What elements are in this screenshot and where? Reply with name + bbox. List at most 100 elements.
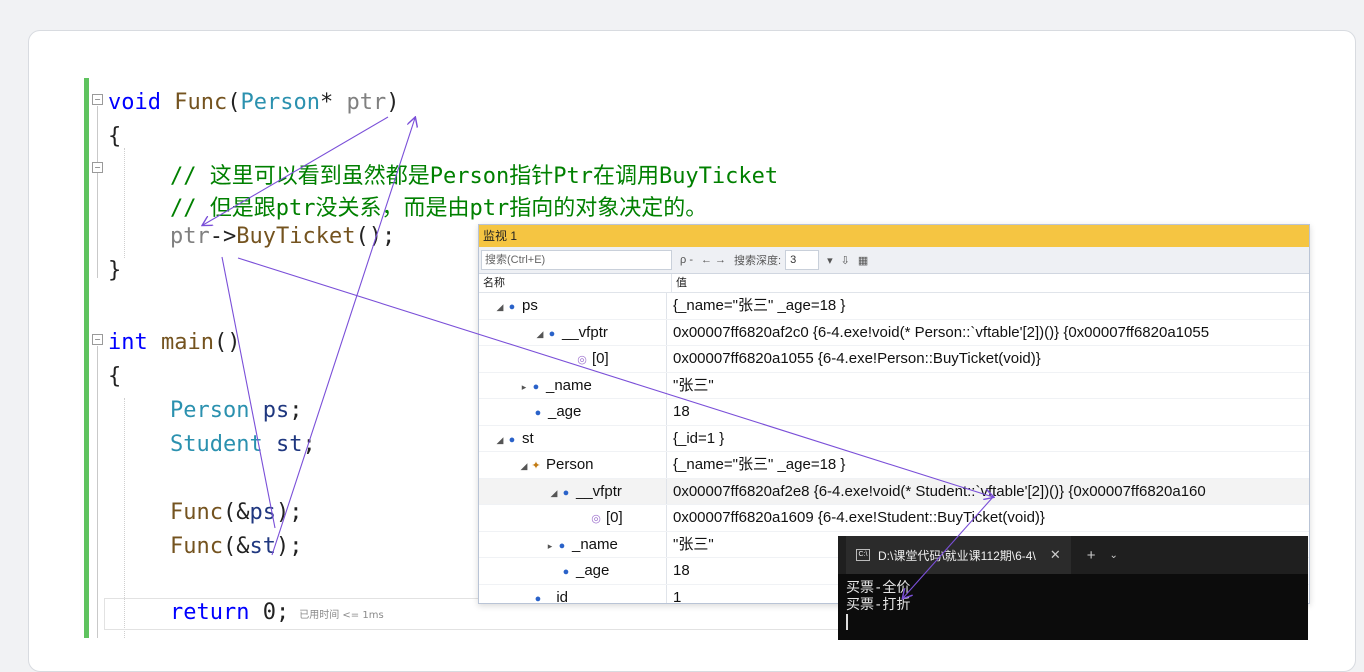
semicolon: ;	[302, 432, 316, 457]
function-name: Func	[170, 500, 223, 525]
code-line-return: return 0; 已用时间 <= 1ms	[170, 600, 384, 625]
terminal-cursor	[846, 614, 848, 630]
expand-arrow-icon[interactable]: ◢	[549, 481, 559, 505]
terminal-output: 买票-全价 买票-打折	[838, 574, 1308, 640]
var-name: ptr	[170, 224, 210, 249]
column-header-value[interactable]: 值	[672, 274, 687, 292]
search-depth-label: 搜索深度:	[734, 255, 782, 267]
close-icon[interactable]: ✕	[1050, 547, 1061, 563]
chevron-down-icon[interactable]: ▾	[827, 254, 833, 267]
code-line-brace: {	[108, 364, 122, 389]
paren: (	[227, 90, 241, 115]
watch-row-name: __vfptr	[576, 482, 622, 500]
search-depth-select[interactable]: 3	[785, 250, 820, 270]
fold-rail	[97, 346, 98, 638]
terminal-window[interactable]: C:\ D:\课堂代码\就业课112期\6-4\ ✕ + ⌄ 买票-全价 买票-…	[838, 536, 1308, 640]
type-name: Person	[240, 90, 320, 115]
watch-row-name: ps	[522, 297, 538, 314]
watch-row-value: 0x00007ff6820af2e8 {6-4.exe!void(* Stude…	[673, 482, 1206, 500]
field-icon: ●	[534, 407, 542, 419]
watch-row[interactable]: ▸ ● _name "张三"	[479, 372, 1309, 399]
watch-row[interactable]: ◢ ● __vfptr 0x00007ff6820af2c0 {6-4.exe!vo…	[479, 319, 1309, 346]
code-comment-1: // 这里可以看到虽然都是Person指针Ptr在调用BuyTicket	[170, 164, 779, 189]
watch-row[interactable]: ◎ [0] 0x00007ff6820a1609 {6-4.exe!Student…	[479, 505, 1309, 532]
watch-row-value: {_id=1 }	[673, 429, 725, 447]
fold-rail	[97, 106, 98, 278]
nav-arrows-icon[interactable]: ← →	[701, 254, 726, 266]
code-line-brace: }	[108, 258, 122, 283]
expand-arrow-icon[interactable]: ◢	[519, 454, 529, 478]
hex-icon[interactable]: ▦	[858, 254, 868, 267]
paren: (&	[222, 500, 250, 525]
terminal-line: 买票-全价	[846, 580, 911, 596]
pin-icon[interactable]: ⇩	[841, 254, 850, 267]
column-header-name[interactable]: 名称	[479, 274, 672, 292]
function-name: BuyTicket	[236, 224, 356, 249]
watch-row-value: 0x00007ff6820a1055 {6-4.exe!Person::BuyT…	[673, 350, 1041, 367]
keyword: int	[108, 330, 148, 355]
field-icon: ●	[558, 539, 566, 552]
watch-row[interactable]: ◢ ● __vfptr 0x00007ff6820af2e8 {6-4.exe!vo…	[479, 478, 1309, 505]
terminal-line: 买票-打折	[846, 597, 911, 613]
watch-title[interactable]: 监视 1	[479, 225, 1309, 247]
arrow-op: ->	[209, 224, 237, 249]
call-tail: );	[275, 534, 303, 559]
paren: )	[386, 90, 400, 115]
expand-arrow-icon[interactable]: ◢	[495, 295, 505, 319]
watch-row-name: _id	[548, 588, 569, 604]
elapsed-time-label[interactable]: 已用时间 <= 1ms	[299, 610, 383, 621]
fold-main-icon[interactable]: −	[92, 334, 103, 345]
var-name: ps	[262, 398, 290, 423]
terminal-tab[interactable]: C:\ D:\课堂代码\就业课112期\6-4\ ✕	[846, 536, 1071, 574]
watch-row-name: _name	[572, 535, 618, 553]
pointer-star: *	[319, 90, 347, 115]
watch-header: 名称 值	[479, 274, 1309, 293]
watch-row[interactable]: ◢ ● st {_id=1 }	[479, 425, 1309, 452]
watch-row-name: Person	[546, 456, 594, 473]
watch-row-name: _name	[546, 376, 592, 394]
fold-func-icon[interactable]: −	[92, 94, 103, 105]
search-icon[interactable]: ρ -	[680, 254, 693, 266]
watch-search-input[interactable]: 搜索(Ctrl+E)	[481, 250, 672, 270]
call-tail: );	[275, 500, 303, 525]
indent-guide	[124, 148, 125, 258]
new-tab-button[interactable]: +	[1087, 547, 1096, 564]
code-line-decl-ps: Person ps;	[170, 398, 302, 423]
watch-row-name: _age	[548, 403, 582, 420]
base-class-icon: ✦	[531, 460, 541, 472]
field-icon: ●	[562, 566, 570, 578]
watch-row-value: 0x00007ff6820af2c0 {6-4.exe!void(* Perso…	[673, 323, 1210, 341]
watch-toolbar: 搜索(Ctrl+E) ρ - ← → 搜索深度: 3 ▾ ⇩ ▦	[479, 247, 1309, 274]
variable-icon: ●	[508, 433, 516, 446]
keyword: return	[170, 600, 250, 625]
watch-row[interactable]: ◎ [0] 0x00007ff6820a1055 {6-4.exe!Person:…	[479, 346, 1309, 373]
watch-row[interactable]: ● _age 18	[479, 399, 1309, 426]
watch-row-name: __vfptr	[562, 323, 608, 341]
code-line-brace: {	[108, 124, 122, 149]
type-name: Person	[170, 398, 250, 423]
expand-arrow-icon[interactable]: ◢	[535, 322, 545, 346]
watch-row-value: 18	[673, 403, 690, 420]
watch-row-value: {_name="张三" _age=18 }	[673, 456, 846, 473]
code-line-func-signature: void Func(Person* ptr)	[108, 90, 399, 115]
field-icon: ●	[548, 327, 556, 340]
semicolon: ;	[275, 600, 290, 625]
collapse-arrow-icon[interactable]: ▸	[545, 534, 555, 558]
watch-row[interactable]: ◢ ✦ Person {_name="张三" _age=18 }	[479, 452, 1309, 479]
fold-comment-icon[interactable]: −	[92, 162, 103, 173]
terminal-tab-title: D:\课堂代码\就业课112期\6-4\	[878, 548, 1036, 563]
expand-arrow-icon[interactable]: ◢	[495, 428, 505, 452]
code-comment-2: // 但是跟ptr没关系，而是由ptr指向的对象决定的。	[170, 196, 708, 221]
chevron-down-icon[interactable]: ⌄	[1109, 550, 1117, 561]
watch-row[interactable]: ◢ ● ps {_name="张三" _age=18 }	[479, 293, 1309, 320]
var-name: st	[249, 534, 276, 559]
change-indicator-bar	[84, 78, 89, 638]
var-name: ps	[249, 500, 276, 525]
function-name: main	[161, 330, 214, 355]
collapse-arrow-icon[interactable]: ▸	[519, 375, 529, 399]
watch-row-name: _age	[576, 562, 610, 579]
watch-row-name: st	[522, 429, 534, 447]
function-name: Func	[170, 534, 223, 559]
semicolon: ;	[289, 398, 303, 423]
watch-row-value: 0x00007ff6820a1609 {6-4.exe!Student::Buy…	[673, 509, 1045, 526]
